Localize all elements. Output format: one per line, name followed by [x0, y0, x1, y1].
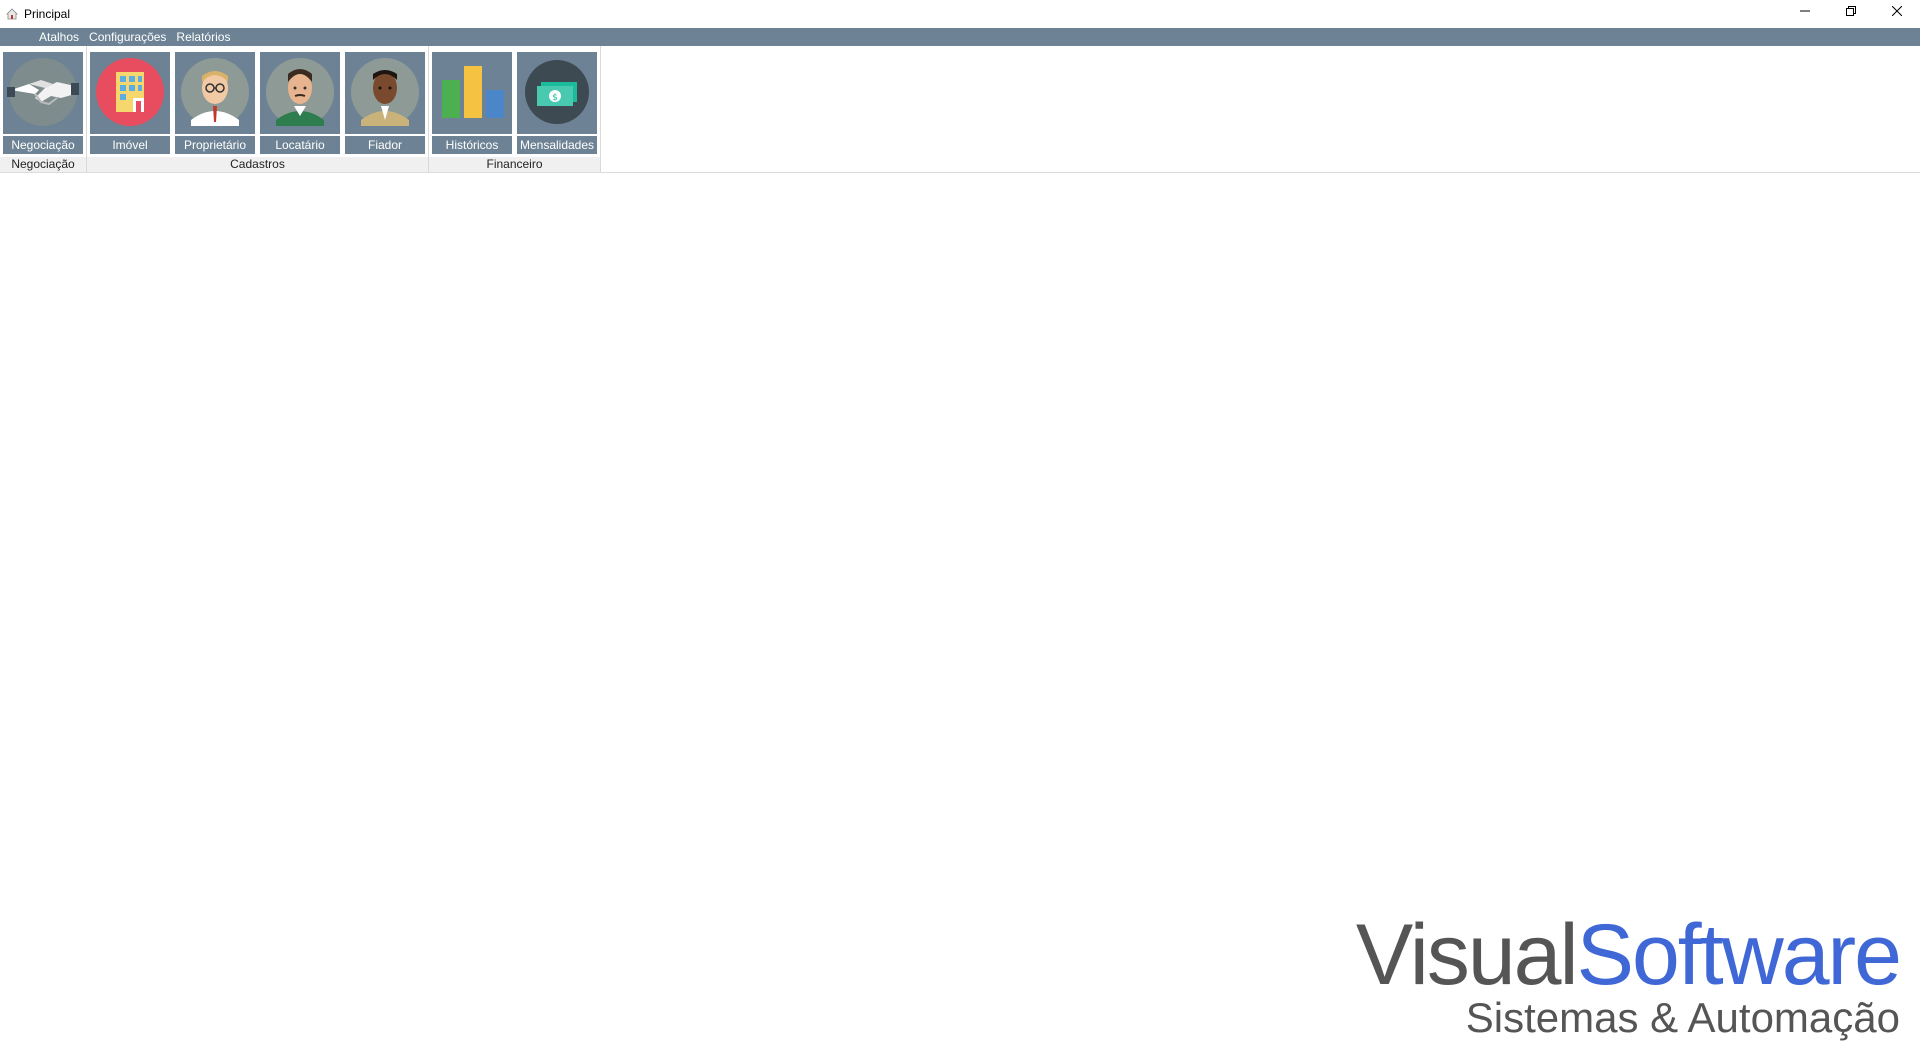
owner-avatar-icon: [181, 57, 249, 126]
menu-bar: Atalhos Configurações Relatórios: [0, 28, 1920, 46]
restore-icon: [1846, 6, 1856, 16]
fiador-button[interactable]: Fiador: [345, 52, 425, 154]
tenant-avatar-icon: [266, 57, 334, 126]
close-button[interactable]: [1874, 0, 1920, 22]
minimize-button[interactable]: [1782, 0, 1828, 22]
proprietario-button-label: Proprietário: [175, 134, 255, 154]
bar-chart-icon: [442, 65, 504, 118]
main-window: Principal Atalhos Configurações Relatóri…: [0, 0, 1920, 1050]
menu-configuracoes[interactable]: Configurações: [84, 28, 171, 46]
logo-part2: Software: [1576, 907, 1902, 1003]
ribbon-group-cadastros: Imóvel Proprietário Locatário Fiador Cad…: [87, 46, 429, 172]
fiador-button-label: Fiador: [345, 134, 425, 154]
mensalidades-button[interactable]: $ Mensalidades: [517, 52, 597, 154]
menu-atalhos[interactable]: Atalhos: [34, 28, 84, 46]
group-label-cadastros: Cadastros: [87, 157, 428, 172]
guarantor-avatar-icon: [351, 57, 419, 126]
company-logo: VisualSoftware Sistemas & Automação: [1355, 907, 1902, 1042]
building-icon: [96, 57, 164, 126]
group-label-financeiro: Financeiro: [429, 157, 600, 172]
window-controls: [1782, 0, 1920, 28]
historicos-button-label: Históricos: [432, 134, 512, 154]
negociacao-button-label: Negociação: [3, 134, 83, 154]
group-label-negociacao: Negociação: [0, 157, 86, 172]
ribbon: Negociação Negociação Imóvel Proprietári…: [0, 46, 1920, 173]
logo-wordmark: VisualSoftware: [1355, 907, 1902, 1003]
restore-button[interactable]: [1828, 0, 1874, 22]
locatario-button[interactable]: Locatário: [260, 52, 340, 154]
title-bar: Principal: [0, 0, 1920, 28]
close-icon: [1892, 6, 1902, 16]
imovel-button-label: Imóvel: [90, 134, 170, 154]
money-icon: $: [525, 59, 589, 124]
proprietario-button[interactable]: Proprietário: [175, 52, 255, 154]
mensalidades-button-label: Mensalidades: [517, 134, 597, 154]
window-title: Principal: [24, 7, 71, 21]
ribbon-group-negociacao: Negociação Negociação: [0, 46, 87, 172]
menu-relatorios[interactable]: Relatórios: [171, 28, 235, 46]
imovel-button[interactable]: Imóvel: [90, 52, 170, 154]
historicos-button[interactable]: Históricos: [432, 52, 512, 154]
locatario-button-label: Locatário: [260, 134, 340, 154]
negociacao-button[interactable]: Negociação: [3, 52, 83, 154]
handshake-icon: [7, 57, 79, 126]
ribbon-group-financeiro: Históricos $ Mensalidades Financeiro: [429, 46, 601, 172]
minimize-icon: [1800, 10, 1810, 12]
app-house-icon: [6, 8, 18, 20]
svg-text:$: $: [552, 93, 558, 103]
logo-part1: Visual: [1355, 907, 1579, 1003]
